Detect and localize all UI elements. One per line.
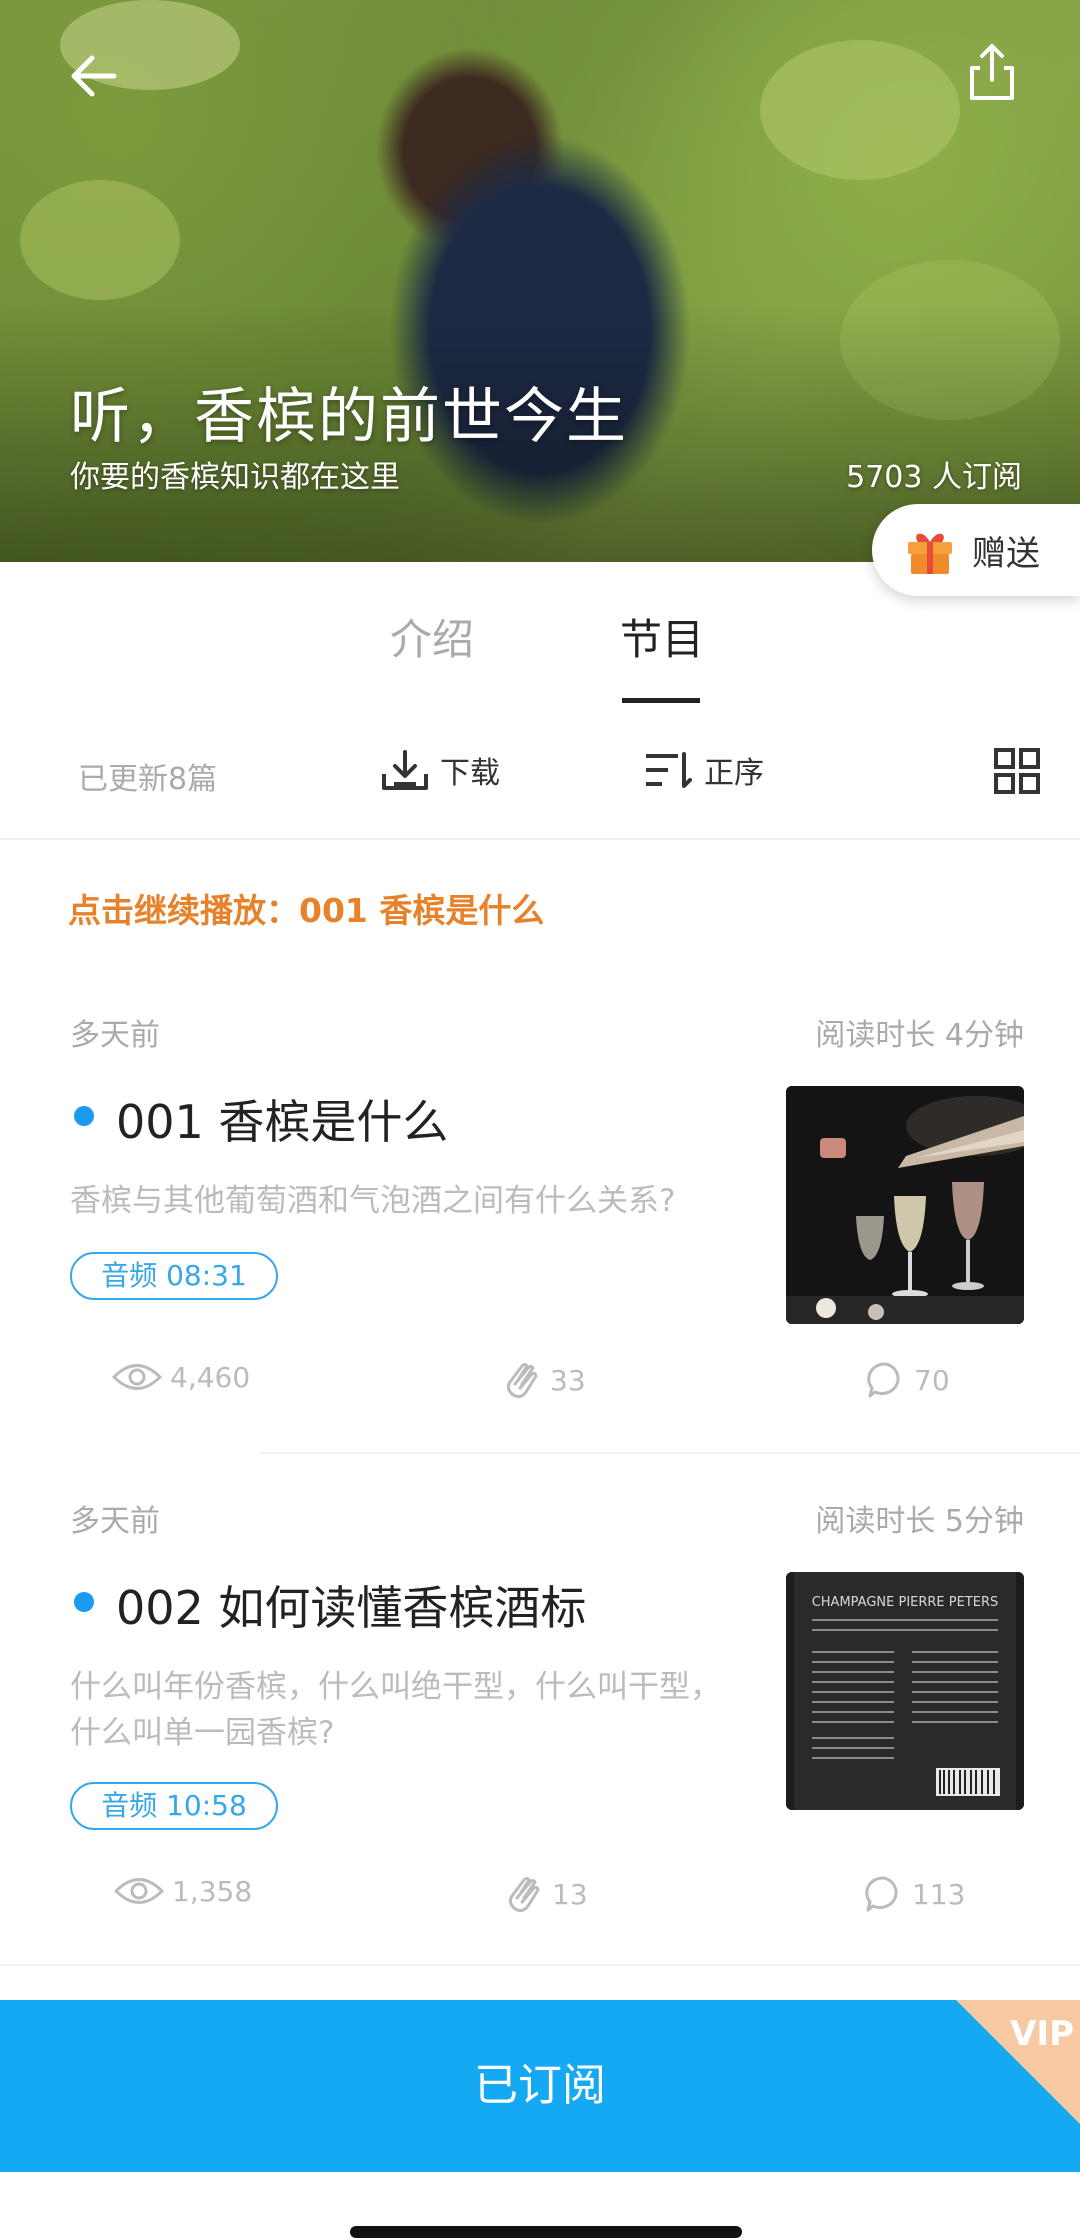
grid-icon — [994, 748, 1040, 794]
view-count: 1,358 — [114, 1874, 252, 1908]
episode-thumbnail[interactable]: CHAMPAGNE PIERRE PETERS — [786, 1572, 1024, 1810]
episode-date: 多天前 — [70, 1504, 160, 1539]
tab-active-indicator — [622, 698, 700, 703]
comment-icon — [865, 1876, 898, 1912]
sort-button[interactable]: 正序 — [644, 748, 764, 792]
eye-icon — [112, 1364, 162, 1390]
audio-badge[interactable]: 音频 08:31 — [70, 1252, 278, 1300]
view-count-value: 4,460 — [170, 1360, 251, 1394]
episode-title[interactable]: 001 香槟是什么 — [116, 1086, 448, 1152]
unread-dot — [74, 1106, 94, 1126]
foliage — [760, 40, 960, 180]
audio-badge[interactable]: 音频 10:58 — [70, 1782, 278, 1830]
arrow-left-icon — [71, 55, 117, 97]
view-count-value: 1,358 — [172, 1874, 253, 1908]
reading-time: 阅读时长 4分钟 — [815, 1018, 1024, 1053]
episode-title[interactable]: 002 如何读懂香槟酒标 — [116, 1572, 586, 1638]
comment-icon — [867, 1362, 900, 1398]
like-button[interactable]: 13 — [504, 1874, 588, 1914]
like-count-value: 13 — [552, 1877, 588, 1911]
view-count: 4,460 — [112, 1360, 250, 1394]
clap-icon — [508, 1877, 540, 1913]
comment-count-value: 113 — [912, 1877, 966, 1911]
sort-icon — [646, 752, 692, 788]
like-button[interactable]: 33 — [502, 1360, 586, 1400]
subscribed-button[interactable]: 已订阅 — [0, 2000, 1080, 2172]
update-count: 已更新8篇 — [78, 762, 218, 797]
home-indicator[interactable] — [350, 2226, 742, 2238]
download-icon — [382, 750, 428, 790]
hero-banner: 听，香槟的前世今生 你要的香槟知识都在这里 5703 人订阅 — [0, 0, 1080, 562]
share-button[interactable] — [960, 40, 1024, 104]
tab-programs[interactable]: 节目 — [620, 606, 704, 667]
wine-label-image: CHAMPAGNE PIERRE PETERS — [786, 1572, 1024, 1810]
gift-button[interactable]: 赠送 — [872, 504, 1080, 596]
download-button[interactable]: 下载 — [380, 748, 500, 792]
divider — [0, 1964, 1080, 1966]
comment-button[interactable]: 70 — [866, 1360, 950, 1400]
episode-description: 香槟与其他葡萄酒和气泡酒之间有什么关系? — [70, 1183, 676, 1219]
gift-icon — [908, 533, 952, 574]
eye-icon — [114, 1878, 164, 1904]
episode-description: 什么叫年份香槟，什么叫绝干型，什么叫干型， 什么叫单一园香槟? — [70, 1664, 750, 1756]
comment-button[interactable]: 113 — [864, 1874, 965, 1914]
episode-date: 多天前 — [70, 1018, 160, 1053]
episode-toolbar: 已更新8篇 下载 正序 — [0, 712, 1080, 840]
foliage — [20, 180, 180, 300]
clap-icon — [506, 1363, 538, 1399]
sort-label: 正序 — [704, 756, 764, 791]
divider — [260, 1452, 1080, 1454]
champagne-pour-image — [786, 1086, 1024, 1324]
description-line: 什么叫年份香槟，什么叫绝干型，什么叫干型， — [70, 1669, 721, 1705]
vip-label: VIP — [1010, 2014, 1074, 2054]
continue-play-link[interactable]: 点击继续播放：001 香槟是什么 — [68, 884, 544, 932]
download-label: 下载 — [440, 756, 500, 791]
comment-count-value: 70 — [914, 1363, 950, 1397]
share-icon — [970, 44, 1014, 100]
back-button[interactable] — [64, 44, 128, 108]
subscriber-count: 5703 人订阅 — [846, 460, 1022, 495]
episode-thumbnail[interactable] — [786, 1086, 1024, 1324]
gift-label: 赠送 — [972, 533, 1040, 574]
page-title: 听，香槟的前世今生 — [70, 382, 628, 452]
label-producer: CHAMPAGNE PIERRE PETERS — [812, 1595, 999, 1610]
like-count-value: 33 — [550, 1363, 586, 1397]
description-line: 什么叫单一园香槟? — [70, 1715, 335, 1751]
tab-intro[interactable]: 介绍 — [390, 606, 474, 667]
grid-view-button[interactable] — [994, 748, 1040, 798]
unread-dot — [74, 1592, 94, 1612]
vip-badge: VIP — [956, 2000, 1080, 2124]
page-subtitle: 你要的香槟知识都在这里 — [70, 460, 400, 495]
reading-time: 阅读时长 5分钟 — [815, 1504, 1024, 1539]
